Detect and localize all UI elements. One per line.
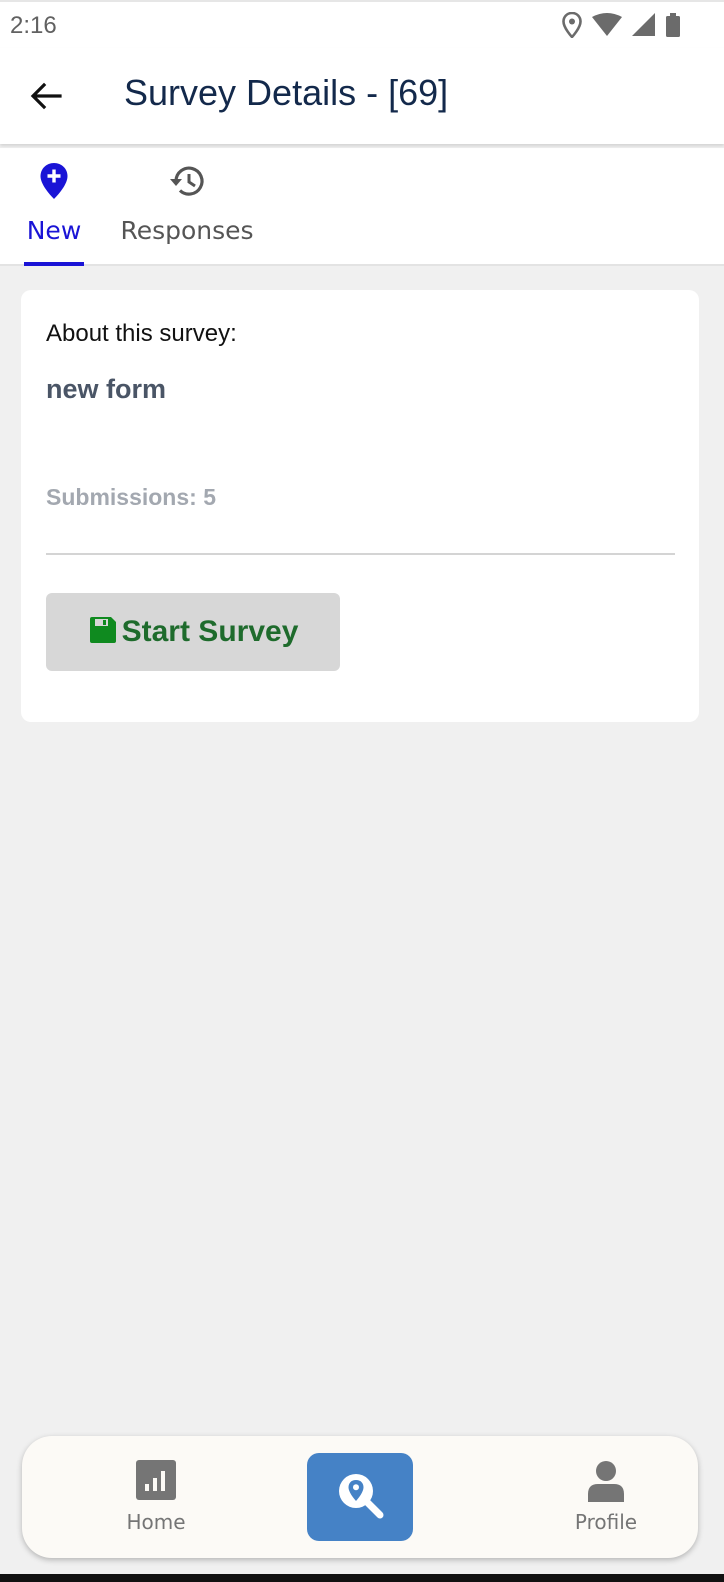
back-button[interactable] bbox=[26, 76, 66, 116]
divider bbox=[46, 553, 675, 555]
active-tab-indicator bbox=[24, 262, 84, 266]
survey-card: About this survey: new form Submissions:… bbox=[21, 290, 699, 722]
battery-icon bbox=[666, 13, 680, 37]
nav-profile[interactable]: Profile bbox=[536, 1436, 676, 1558]
history-icon bbox=[167, 162, 207, 205]
survey-name: new form bbox=[46, 374, 167, 404]
wifi-icon bbox=[592, 13, 622, 37]
tab-bar: New Responses bbox=[0, 148, 724, 266]
location-search-icon bbox=[335, 1471, 385, 1524]
start-survey-label: Start Survey bbox=[121, 615, 299, 648]
start-survey-button[interactable]: Start Survey bbox=[46, 593, 340, 671]
app-bar: Survey Details - [69] bbox=[0, 48, 724, 144]
nav-location-search[interactable] bbox=[307, 1453, 413, 1541]
submissions-count: Submissions: 5 bbox=[46, 484, 216, 510]
nav-home[interactable]: Home bbox=[86, 1436, 226, 1558]
nav-home-label: Home bbox=[126, 1510, 186, 1534]
location-icon bbox=[562, 12, 582, 38]
status-time: 2:16 bbox=[10, 12, 57, 39]
tab-new-label: New bbox=[26, 216, 82, 245]
arrow-left-icon bbox=[26, 82, 66, 120]
page-title: Survey Details - [69] bbox=[124, 72, 449, 113]
signal-icon bbox=[632, 13, 656, 37]
chart-icon bbox=[136, 1460, 176, 1505]
tab-responses[interactable]: Responses bbox=[112, 148, 262, 266]
about-label: About this survey: bbox=[46, 320, 237, 347]
nav-profile-label: Profile bbox=[574, 1510, 638, 1534]
status-bar: 2:16 bbox=[0, 0, 724, 48]
map-pin-plus-icon bbox=[39, 162, 69, 205]
user-icon bbox=[586, 1460, 626, 1507]
save-icon bbox=[88, 615, 118, 650]
bottom-nav: Home Profile bbox=[22, 1436, 698, 1558]
tab-responses-label: Responses bbox=[120, 216, 254, 245]
tab-new[interactable]: New bbox=[18, 148, 90, 266]
system-nav-bar bbox=[0, 1574, 724, 1582]
status-icons bbox=[562, 12, 680, 38]
